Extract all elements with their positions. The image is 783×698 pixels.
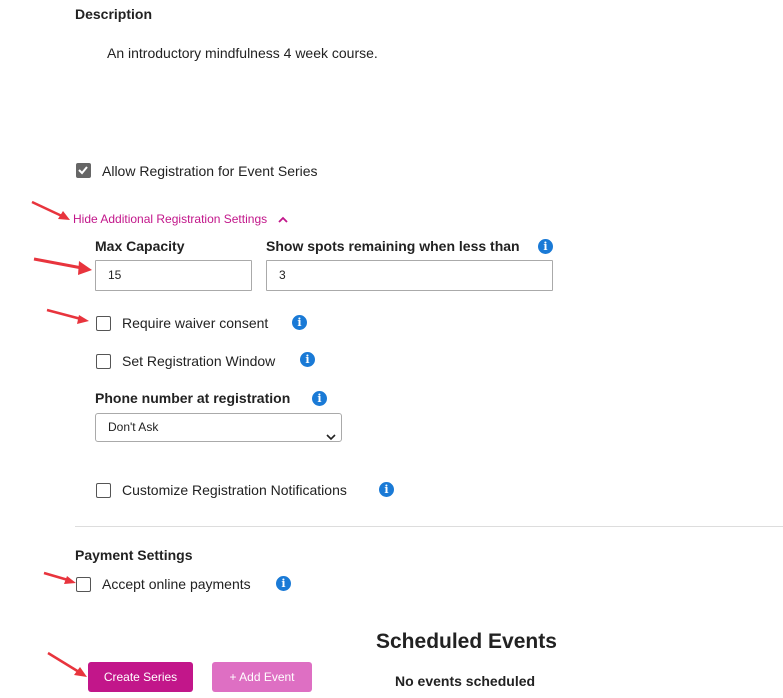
registration-window-checkbox[interactable] [96, 354, 111, 374]
annotation-arrow-icon [45, 307, 91, 327]
phone-number-label: Phone number at registration [95, 390, 291, 406]
chevron-down-icon [326, 424, 336, 451]
allow-registration-label: Allow Registration for Event Series [102, 163, 318, 179]
customize-notifications-label: Customize Registration Notifications [122, 482, 347, 498]
accept-payments-label: Accept online payments [102, 576, 251, 592]
info-icon[interactable]: i [276, 576, 291, 591]
no-events-message: No events scheduled [395, 673, 536, 689]
description-text: An introductory mindfulness 4 week cours… [107, 45, 378, 61]
annotation-arrow-icon [42, 570, 78, 586]
info-icon[interactable]: i [300, 352, 315, 367]
hide-registration-settings-label: Hide Additional Registration Settings [73, 212, 268, 226]
phone-number-select-value: Don't Ask [108, 420, 159, 434]
check-icon [76, 163, 91, 178]
payment-settings-heading: Payment Settings [75, 547, 193, 563]
phone-number-select[interactable]: Don't Ask [95, 413, 342, 442]
annotation-arrow-icon [32, 253, 94, 277]
info-icon[interactable]: i [379, 482, 394, 497]
create-series-button[interactable]: Create Series [88, 662, 193, 692]
require-waiver-checkbox[interactable] [96, 316, 111, 336]
annotation-arrow-icon [30, 200, 72, 222]
accept-payments-checkbox[interactable] [76, 577, 91, 597]
annotation-arrow-icon [45, 650, 91, 680]
info-icon[interactable]: i [538, 239, 553, 254]
add-event-button[interactable]: + Add Event [212, 662, 312, 692]
section-divider [75, 526, 783, 527]
description-heading: Description [75, 6, 153, 22]
hide-registration-settings-link[interactable]: Hide Additional Registration Settings [73, 212, 289, 227]
registration-window-label: Set Registration Window [122, 353, 276, 369]
require-waiver-label: Require waiver consent [122, 315, 269, 331]
info-icon[interactable]: i [312, 391, 327, 406]
spots-remaining-label: Show spots remaining when less than [266, 238, 520, 254]
customize-notifications-checkbox[interactable] [96, 483, 111, 503]
spots-remaining-input[interactable]: 3 [266, 260, 553, 291]
max-capacity-input[interactable]: 15 [95, 260, 252, 291]
scheduled-events-heading: Scheduled Events [376, 630, 557, 653]
chevron-up-icon [278, 213, 289, 227]
max-capacity-label: Max Capacity [95, 238, 185, 254]
allow-registration-checkbox[interactable] [76, 163, 91, 183]
info-icon[interactable]: i [292, 315, 307, 330]
